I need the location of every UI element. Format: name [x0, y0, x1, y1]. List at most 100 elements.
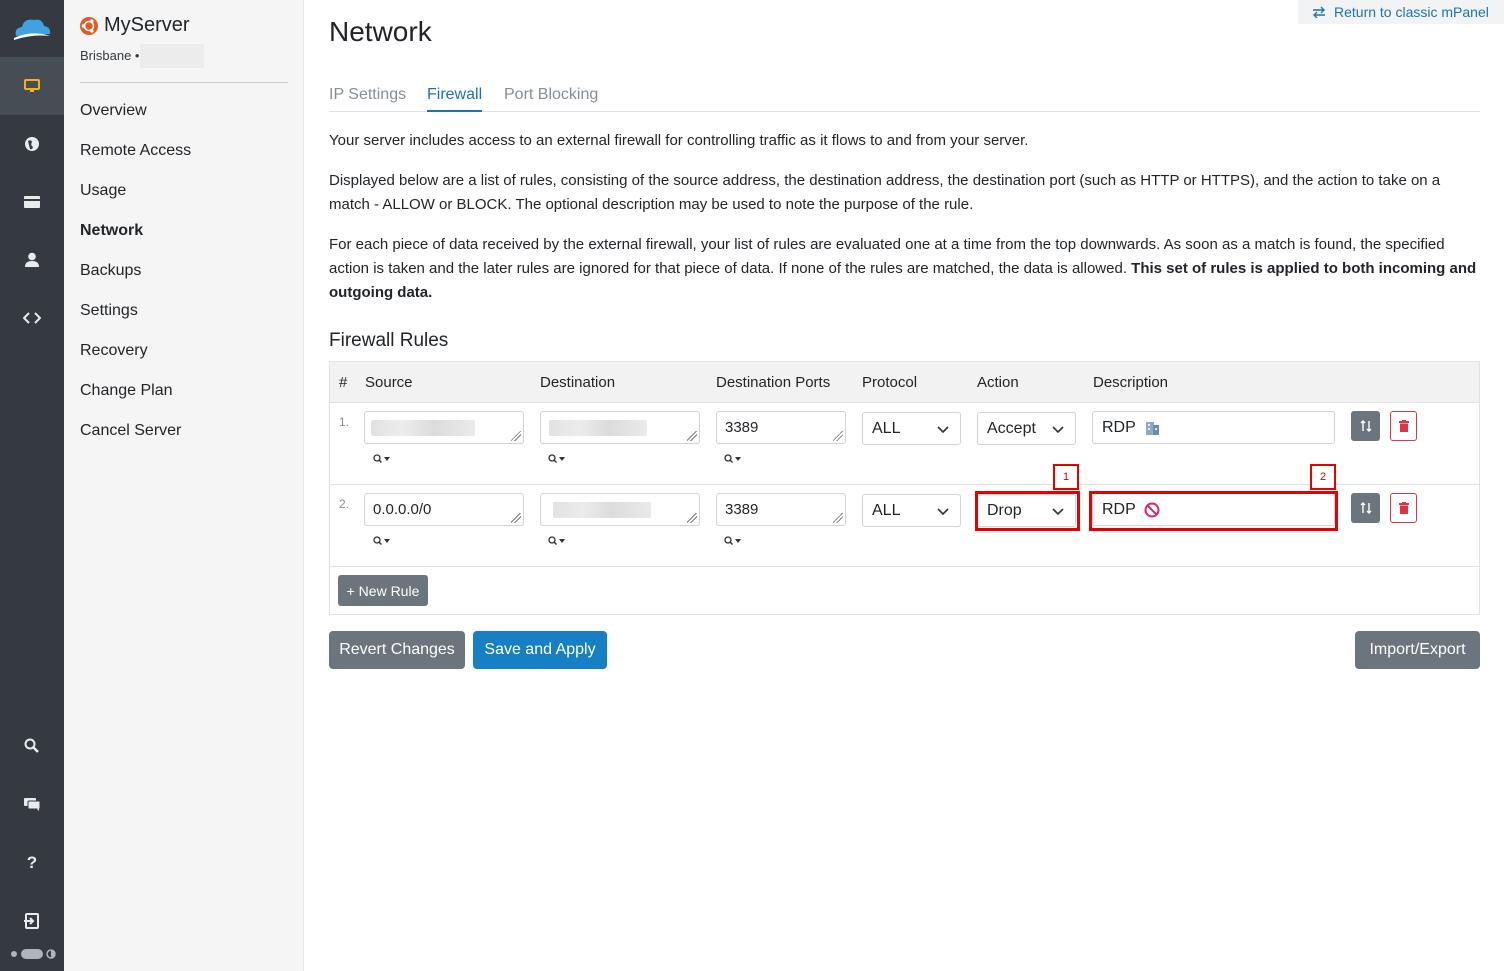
highlight-box-description [1089, 491, 1338, 531]
protocol-value: ALL [872, 420, 901, 437]
protocol-select[interactable]: ALL [862, 494, 961, 527]
save-and-apply-button[interactable]: Save and Apply [473, 631, 607, 669]
tab-ip-settings[interactable]: IP Settings [329, 86, 406, 110]
chevron-down-icon [1052, 426, 1064, 434]
import-export-button[interactable]: Import/Export [1355, 631, 1480, 669]
search-icon [24, 738, 39, 753]
reorder-button[interactable] [1351, 493, 1380, 523]
search-icon [548, 536, 565, 546]
annotation-tag-2: 2 [1310, 464, 1336, 490]
building-icon [1144, 420, 1160, 436]
description-input[interactable]: RDP [1092, 411, 1335, 444]
page-title: Network [329, 16, 432, 47]
cloud-logo-icon[interactable] [12, 14, 52, 44]
reorder-button[interactable] [1351, 411, 1380, 441]
col-action: Action [977, 374, 1019, 391]
sidebar-item-backups[interactable]: Backups [80, 260, 191, 300]
help-icon: ? [26, 853, 38, 872]
protocol-select[interactable]: ALL [862, 412, 961, 445]
destination-input[interactable] [540, 411, 700, 444]
row-divider [330, 566, 1479, 567]
col-protocol: Protocol [862, 374, 918, 391]
sidebar-nav: Overview Remote Access Usage Network Bac… [80, 100, 191, 460]
highlight-box-action [975, 491, 1080, 531]
sidebar-item-remote-access[interactable]: Remote Access [80, 140, 191, 180]
ubuntu-icon [80, 16, 98, 35]
source-lookup-button[interactable] [373, 536, 391, 546]
col-source: Source [365, 374, 413, 391]
firewall-rules-title: Firewall Rules [329, 330, 449, 351]
chevron-down-icon [937, 508, 949, 516]
action-value: Accept [987, 420, 1036, 437]
server-location: Brisbane • [80, 48, 140, 63]
rule-number: 1. [339, 415, 350, 429]
delete-rule-button[interactable] [1390, 411, 1417, 441]
redacted-destination [553, 502, 651, 518]
sidebar-item-cancel-server[interactable]: Cancel Server [80, 420, 191, 460]
rail-search[interactable] [0, 717, 64, 775]
theme-toggle-icon[interactable] [8, 946, 58, 962]
sidebar-item-usage[interactable]: Usage [80, 180, 191, 220]
rail-billing[interactable] [0, 173, 64, 231]
rail-chat[interactable] [0, 775, 64, 833]
search-icon [724, 536, 741, 546]
sidebar-item-network[interactable]: Network [80, 220, 191, 260]
description-value: RDP [1102, 418, 1136, 436]
sidebar-item-change-plan[interactable]: Change Plan [80, 380, 191, 420]
tab-firewall[interactable]: Firewall [427, 86, 483, 112]
ports-lookup-button[interactable] [724, 454, 742, 464]
globe-icon [25, 137, 39, 151]
table-header: # Source Destination Destination Ports P… [330, 362, 1479, 403]
search-icon [548, 454, 565, 464]
source-input[interactable]: 0.0.0.0/0 [364, 493, 524, 526]
return-classic-link[interactable]: Return to classic mPanel [1298, 0, 1504, 24]
ports-lookup-button[interactable] [724, 536, 742, 546]
rail-globe[interactable] [0, 115, 64, 173]
col-destination-ports: Destination Ports [716, 374, 831, 391]
sidebar-divider [80, 82, 288, 83]
source-input[interactable] [364, 411, 524, 444]
rail-code[interactable] [0, 289, 64, 347]
swap-arrows-icon [1313, 6, 1325, 18]
revert-changes-button[interactable]: Revert Changes [329, 631, 465, 669]
redacted-destination [549, 420, 647, 436]
tab-port-blocking[interactable]: Port Blocking [504, 86, 598, 110]
action-select[interactable]: Accept [977, 412, 1076, 445]
code-icon [23, 312, 41, 324]
new-rule-button[interactable]: + New Rule [338, 575, 428, 606]
annotation-tag-1: 1 [1053, 464, 1079, 490]
account-icon [25, 252, 39, 267]
sort-arrows-icon [1360, 502, 1371, 514]
destination-lookup-button[interactable] [548, 454, 566, 464]
server-header: MyServer [80, 14, 190, 37]
sidebar-item-recovery[interactable]: Recovery [80, 340, 191, 380]
rail-help[interactable]: ? [0, 834, 64, 892]
redacted-source [371, 420, 475, 436]
rail-logout[interactable] [0, 892, 64, 950]
delete-rule-button[interactable] [1390, 493, 1417, 523]
source-lookup-button[interactable] [373, 454, 391, 464]
ports-input[interactable]: 3389 [716, 411, 846, 444]
col-destination: Destination [540, 374, 616, 391]
ports-input[interactable]: 3389 [716, 493, 846, 526]
search-icon [373, 454, 390, 464]
rail-monitor[interactable] [0, 57, 64, 115]
chevron-down-icon [937, 426, 949, 434]
search-icon [724, 454, 741, 464]
sidebar-item-settings[interactable]: Settings [80, 300, 191, 340]
destination-lookup-button[interactable] [548, 536, 566, 546]
sidebar-item-overview[interactable]: Overview [80, 100, 191, 140]
col-number: # [339, 374, 348, 391]
intro-paragraph-2: Displayed below are a list of rules, con… [329, 172, 1441, 213]
return-classic-label: Return to classic mPanel [1334, 4, 1489, 20]
rail-account[interactable] [0, 231, 64, 289]
search-icon [373, 536, 390, 546]
trash-icon [1398, 420, 1409, 432]
destination-input[interactable] [540, 493, 700, 526]
protocol-value: ALL [872, 502, 901, 519]
intro-paragraph-3: For each piece of data received by the e… [329, 233, 1479, 305]
server-name: MyServer [104, 14, 190, 36]
app-root: ? MyServer Brisbane • Overview Remote Ac… [0, 0, 1504, 971]
rule-number: 2. [339, 497, 350, 511]
row-divider [330, 484, 1479, 485]
